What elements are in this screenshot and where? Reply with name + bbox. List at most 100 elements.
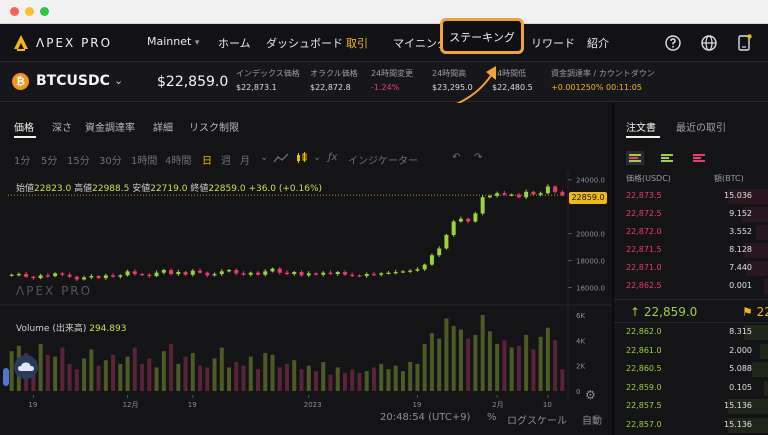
ask-qty: 0.001	[729, 281, 752, 290]
asks-view-icon[interactable]	[690, 151, 708, 165]
ask-qty: 7.440	[729, 263, 752, 272]
interval-1h[interactable]: 1時間	[131, 152, 157, 167]
interval-day[interactable]: 日	[202, 152, 212, 167]
interval-month[interactable]: 月	[240, 152, 250, 167]
gear-icon[interactable]: ⚙	[585, 388, 596, 402]
interval-4h[interactable]: 4時間	[165, 152, 191, 167]
undo-icon[interactable]: ↶	[452, 152, 460, 163]
volume-bar	[306, 365, 311, 391]
24h-change-stat: 24時間変更 -1.24%	[371, 69, 414, 92]
orderbook-ask-row[interactable]: 22,862.5 0.001	[614, 278, 768, 295]
tab-orderbook[interactable]: 注文書	[626, 119, 656, 134]
orderbook-bid-row[interactable]: 22,860.5 5.088	[614, 361, 768, 378]
orderbook-ask-row[interactable]: 22,873.5 15.036	[614, 188, 768, 205]
price-axis-label: 20000.0	[576, 231, 605, 239]
interval-5m[interactable]: 5分	[41, 152, 57, 167]
candle-body	[205, 272, 210, 276]
indicators-button[interactable]: インジケーター	[348, 152, 418, 167]
help-icon[interactable]	[663, 33, 683, 53]
percent-scale-toggle[interactable]: %	[487, 412, 497, 423]
both-sides-view-icon[interactable]	[626, 151, 644, 165]
nav-dashboard[interactable]: ダッシュボード	[266, 35, 343, 51]
volume-bar	[285, 363, 289, 391]
app-window: ΛPEX PRO Mainnet ▾ ホーム ダッシュボード 取引 マイニング …	[0, 0, 768, 435]
orderbook-ask-row[interactable]: 22,871.5 8.128	[614, 242, 768, 259]
orderbook-bid-row[interactable]: 22,861.0 2.000	[614, 343, 768, 360]
tab-risk-limit[interactable]: リスク制限	[189, 119, 239, 134]
candle-body	[248, 272, 253, 275]
orderbook-ask-row[interactable]: 22,872.0 3.552	[614, 224, 768, 241]
time-axis-label: 2月	[492, 401, 503, 409]
chevron-down-icon[interactable]: ⌄	[114, 74, 123, 87]
minimize-window-button[interactable]	[25, 7, 34, 16]
interval-week[interactable]: 週	[221, 152, 231, 167]
candlestick-icon[interactable]	[295, 152, 309, 164]
candlestick-chart[interactable]: 24000.0 20000.0 18000.0 16000.0 6K 4K 2K 0 19 12月…	[0, 173, 612, 435]
bid-price: 22,860.5	[626, 364, 662, 373]
volume-bar	[371, 367, 376, 391]
drag-handle[interactable]	[3, 368, 9, 386]
orderbook-bid-row[interactable]: 22,857.5 15.136	[614, 398, 768, 415]
nav-trade[interactable]: 取引	[346, 35, 368, 51]
orderbook-bid-row[interactable]: 22,859.0 0.105	[614, 380, 768, 397]
volume-bar	[400, 371, 405, 391]
volume-bar	[531, 349, 536, 391]
close-window-button[interactable]	[10, 7, 19, 16]
candle-body	[531, 191, 536, 195]
tab-details[interactable]: 詳細	[153, 119, 173, 134]
interval-15m[interactable]: 15分	[67, 152, 90, 167]
auto-scale-toggle[interactable]: 自動	[582, 412, 602, 427]
volume-bar	[451, 325, 456, 391]
orderbook-bid-row[interactable]: 22,862.0 8.315	[614, 324, 768, 341]
brand-logo[interactable]: ΛPEX PRO	[12, 34, 112, 52]
volume-bar	[335, 367, 340, 391]
nav-home[interactable]: ホーム	[218, 35, 251, 51]
network-selector[interactable]: Mainnet ▾	[147, 35, 199, 48]
volume-bar	[495, 343, 500, 391]
nav-rewards[interactable]: リワード	[531, 35, 575, 51]
nav-referral[interactable]: 紹介	[587, 35, 609, 51]
volume-axis-label: 0	[576, 388, 580, 396]
tab-price[interactable]: 価格	[14, 119, 34, 134]
interval-30m[interactable]: 30分	[99, 152, 122, 167]
wallet-device-icon[interactable]	[734, 33, 754, 53]
redo-icon[interactable]: ↷	[474, 152, 482, 163]
candle-body	[118, 275, 123, 277]
candle-body	[495, 193, 500, 196]
line-chart-icon[interactable]	[273, 152, 289, 164]
orderbook-bid-row[interactable]: 22,857.0 15.136	[614, 417, 768, 434]
chart-clock: 20:48:54 (UTC+9)	[380, 412, 471, 423]
tab-recent-trades[interactable]: 最近の取引	[676, 119, 726, 134]
candle-body	[9, 274, 14, 276]
interval-1m[interactable]: 1分	[14, 152, 30, 167]
chevron-down-icon[interactable]: ⌄	[313, 152, 321, 163]
volume-bar	[96, 365, 101, 391]
candle-body	[299, 272, 304, 276]
candle-body	[400, 271, 405, 273]
candle-body	[313, 273, 318, 275]
candle-body	[350, 274, 355, 276]
volume-bar	[82, 358, 87, 391]
fx-icon[interactable]: ƒx	[328, 152, 337, 163]
tab-funding-rate[interactable]: 資金調達率	[85, 119, 135, 134]
chevron-down-icon[interactable]: ⌄	[260, 152, 268, 163]
nav-staking[interactable]: ステーキング	[440, 18, 524, 54]
top-navbar: ΛPEX PRO Mainnet ▾ ホーム ダッシュボード 取引 マイニング …	[0, 24, 768, 62]
bid-price: 22,862.0	[626, 327, 662, 336]
log-scale-toggle[interactable]: ログスケール	[507, 412, 567, 427]
volume-bar	[256, 369, 261, 391]
time-axis-label: 19	[28, 401, 37, 409]
time-axis-label: 19	[188, 401, 197, 409]
globe-icon[interactable]	[699, 33, 719, 53]
candle-body	[169, 270, 174, 275]
orderbook-ask-row[interactable]: 22,872.5 9.152	[614, 206, 768, 223]
maximize-window-button[interactable]	[40, 7, 49, 16]
market-symbol[interactable]: BTCUSDC	[36, 73, 110, 89]
volume-bar	[53, 356, 58, 391]
orderbook-ask-row[interactable]: 22,871.0 7.440	[614, 260, 768, 277]
bids-view-icon[interactable]	[658, 151, 676, 165]
tab-depth[interactable]: 深さ	[52, 119, 72, 134]
volume-bar	[140, 363, 145, 391]
bid-price: 22,859.0	[626, 382, 662, 392]
cloud-icon[interactable]	[14, 355, 38, 379]
